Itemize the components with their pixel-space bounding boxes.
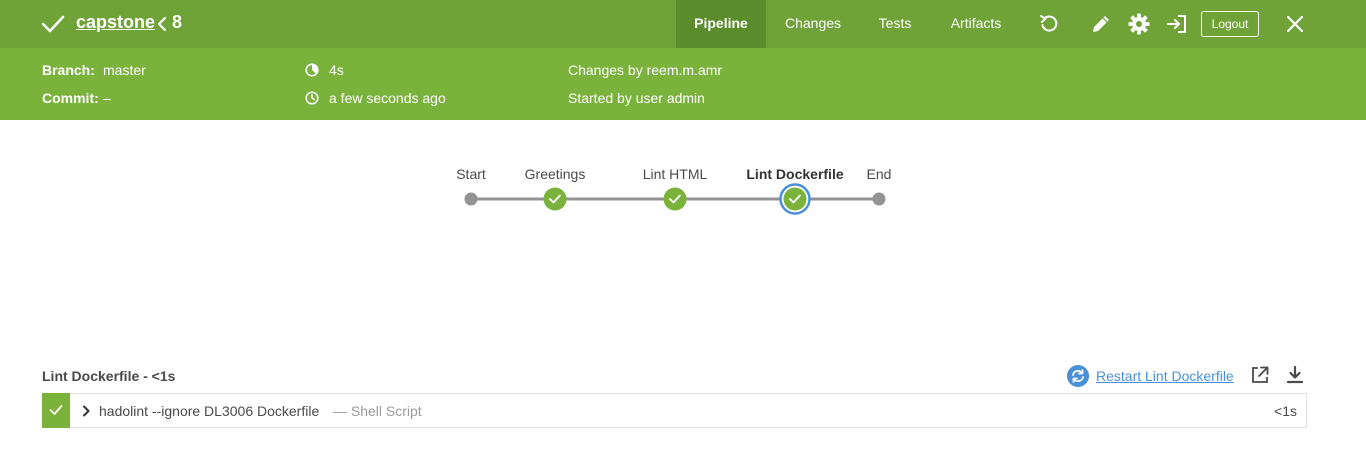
- duration-value: 4s: [329, 62, 344, 78]
- tab-changes[interactable]: Changes: [772, 0, 854, 48]
- step-type: — Shell Script: [333, 403, 422, 419]
- stage-label-lint-dockerfile[interactable]: Lint Dockerfile: [746, 166, 843, 182]
- run-info-bar: Branch: master Commit: – 4s a few second…: [0, 48, 1366, 120]
- branch-label: Branch:: [42, 62, 95, 78]
- changes-by: Changes by reem.m.amr: [568, 62, 723, 78]
- pipeline-node-lint-dockerfile[interactable]: [779, 183, 811, 215]
- replay-icon[interactable]: [1037, 12, 1061, 36]
- stage-label-end: End: [866, 166, 892, 182]
- started-by: Started by user admin: [568, 90, 705, 106]
- open-in-new-icon[interactable]: [1250, 365, 1270, 385]
- duration-icon: [305, 63, 319, 77]
- stage-label-lint-html[interactable]: Lint HTML: [643, 166, 708, 182]
- stage-success-circle: [783, 187, 807, 211]
- step-command: hadolint --ignore DL3006 Dockerfile: [99, 403, 320, 419]
- pipeline-graph-svg: [464, 183, 886, 215]
- job-name-link[interactable]: capstone: [76, 12, 155, 33]
- commit-value: –: [103, 90, 111, 106]
- restart-stage-link[interactable]: Restart Lint Dockerfile: [1096, 368, 1234, 384]
- close-icon[interactable]: [1284, 13, 1306, 35]
- checkmark-icon: [41, 15, 65, 33]
- step-row[interactable]: hadolint --ignore DL3006 Dockerfile — Sh…: [42, 393, 1307, 428]
- clock-icon: [305, 91, 319, 105]
- run-number: 8: [172, 12, 183, 32]
- started-ago: a few seconds ago: [329, 90, 446, 106]
- exit-icon[interactable]: [1165, 12, 1189, 36]
- download-icon[interactable]: [1285, 365, 1305, 385]
- pipeline-graph: Start Greetings Lint HTML Lint Dockerfile En…: [0, 120, 1366, 320]
- gear-icon[interactable]: [1127, 12, 1151, 36]
- top-bar: capstone 8 Pipeline Changes Tests Artifa…: [0, 0, 1366, 48]
- pipeline-node-start: [464, 192, 478, 206]
- step-duration: <1s: [1274, 403, 1297, 419]
- pipeline-node-end: [872, 192, 886, 206]
- stage-label-start: Start: [456, 166, 486, 182]
- chevron-left-icon: [157, 16, 167, 32]
- step-panel-title: Lint Dockerfile - <1s: [42, 368, 176, 384]
- tab-artifacts[interactable]: Artifacts: [938, 0, 1014, 48]
- tab-pipeline[interactable]: Pipeline: [676, 0, 766, 48]
- logout-button[interactable]: Logout: [1201, 11, 1259, 37]
- pipeline-node-greetings[interactable]: [543, 187, 567, 211]
- branch-value: master: [103, 62, 146, 78]
- commit-label: Commit:: [42, 90, 99, 106]
- tab-tests[interactable]: Tests: [866, 0, 924, 48]
- chevron-right-icon[interactable]: [81, 405, 91, 417]
- stage-success-circle: [663, 187, 687, 211]
- edit-icon[interactable]: [1089, 12, 1113, 36]
- pipeline-node-lint-html[interactable]: [663, 187, 687, 211]
- checkmark-icon: [49, 405, 63, 415]
- restart-stage-icon[interactable]: [1066, 364, 1090, 388]
- step-status-badge: [42, 393, 70, 428]
- stage-label-greetings[interactable]: Greetings: [525, 166, 586, 182]
- stage-success-circle: [543, 187, 567, 211]
